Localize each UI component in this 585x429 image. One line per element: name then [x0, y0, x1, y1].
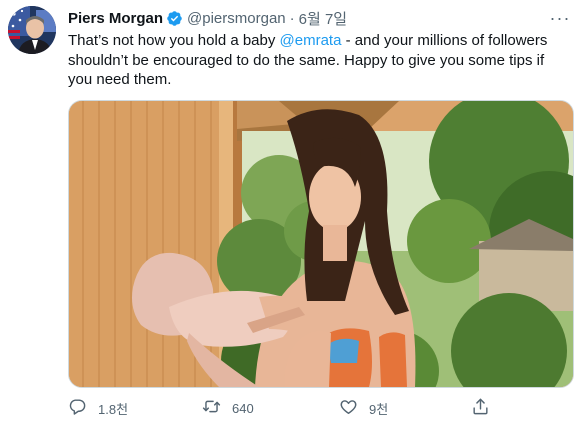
like-count: 9천 — [369, 401, 389, 417]
tweet-photo — [69, 101, 573, 387]
retweet-count: 640 — [232, 400, 254, 416]
tweet-text: That’s not how you hold a baby @emrata -… — [68, 31, 568, 90]
tweet-date[interactable]: 6월 7일 — [299, 8, 347, 29]
mention-link[interactable]: @emrata — [280, 32, 342, 49]
tweet-media[interactable] — [68, 100, 574, 388]
tweet-text-part: That’s not how you hold a baby — [68, 32, 280, 49]
retweet-button[interactable]: 640 — [202, 397, 339, 419]
verified-badge-icon — [166, 10, 183, 27]
avatar-image — [8, 6, 56, 54]
share-icon — [471, 397, 490, 419]
reply-button[interactable]: 1.8천 — [68, 397, 202, 419]
retweet-icon — [202, 397, 221, 419]
reply-count: 1.8천 — [98, 401, 129, 417]
tweet-header: Piers Morgan @piersmorgan · 6월 7일 ··· — [68, 7, 573, 29]
tweet[interactable]: Piers Morgan @piersmorgan · 6월 7일 ··· Th… — [0, 0, 585, 429]
author-name[interactable]: Piers Morgan — [68, 10, 163, 27]
separator-dot: · — [289, 9, 295, 27]
reply-icon — [68, 397, 87, 419]
share-button[interactable] — [471, 397, 490, 419]
heart-icon — [339, 397, 358, 419]
avatar[interactable] — [8, 6, 56, 54]
tweet-actions: 1.8천 640 9천 — [68, 395, 498, 421]
author-handle[interactable]: @piersmorgan — [187, 10, 286, 27]
like-button[interactable]: 9천 — [339, 397, 471, 419]
more-icon[interactable]: ··· — [547, 7, 573, 29]
